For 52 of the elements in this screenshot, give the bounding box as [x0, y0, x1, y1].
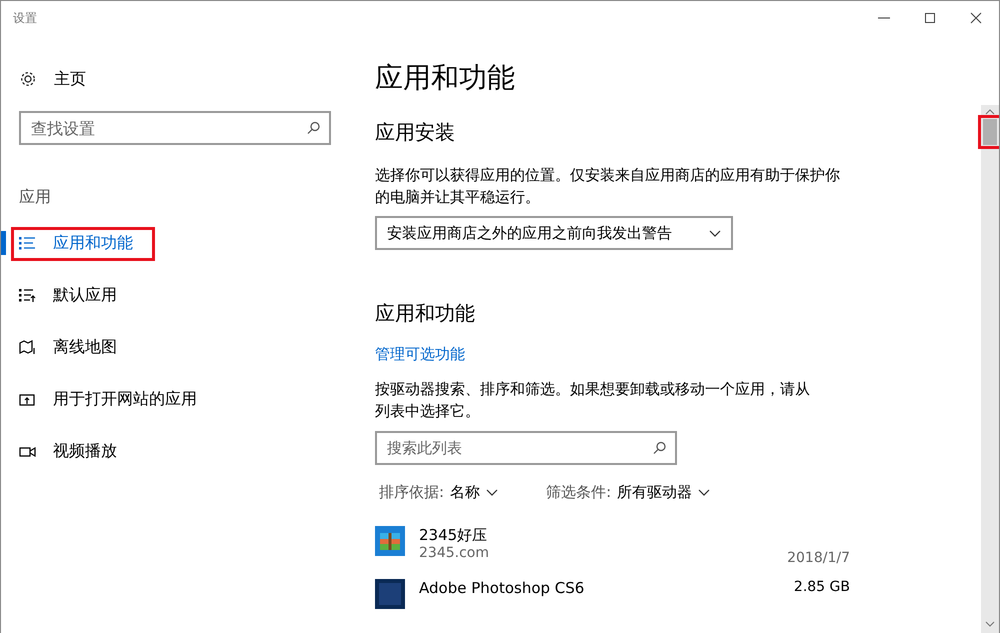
chevron-down-icon [985, 621, 995, 627]
app-publisher: 2345.com [419, 545, 489, 561]
description-text: 按驱动器搜索、排序和筛选。如果想要卸载或移动一个应用，请从列表中选择它。 [375, 379, 811, 422]
sidebar-item[interactable]: 应用和功能 [1, 217, 341, 269]
nav-label: 应用和功能 [53, 232, 133, 254]
chevron-up-icon [985, 109, 995, 115]
sidebar-item[interactable]: 离线地图 [1, 321, 341, 373]
chevron-down-icon [698, 489, 710, 496]
map-icon [19, 340, 36, 354]
nav-label: 默认应用 [53, 284, 117, 306]
section-label: 应用 [19, 187, 52, 208]
app-name: Adobe Photoshop CS6 [419, 579, 584, 597]
sidebar-item[interactable]: 默认应用 [1, 269, 341, 321]
list-icon [19, 236, 36, 250]
nav-label: 视频播放 [53, 440, 117, 462]
app-icon [375, 579, 405, 609]
manage-features-link[interactable]: 管理可选功能 [375, 345, 465, 364]
search-field[interactable]: 查找设置 [19, 111, 331, 145]
dropdown-value: 安装应用商店之外的应用之前向我发出警告 [387, 224, 672, 242]
nav-label: 用于打开网站的应用 [53, 388, 197, 410]
section-heading: 应用安装 [375, 119, 456, 146]
install-dropdown[interactable]: 安装应用商店之外的应用之前向我发出警告 [375, 216, 733, 250]
search-field[interactable]: 搜索此列表 [375, 431, 677, 465]
page-title: 应用和功能 [375, 60, 516, 96]
close-icon [970, 12, 982, 24]
scrollbar-thumb[interactable] [983, 119, 997, 145]
app-info: 2.85 GB [794, 579, 850, 595]
app-list-item[interactable]: Adobe Photoshop CS6 2.85 GB [375, 579, 850, 609]
search-icon [307, 121, 321, 135]
app-icon [375, 526, 405, 556]
filter-label: 排序依据: [379, 483, 444, 502]
sort-dropdown[interactable]: 排序依据: 名称 [375, 479, 502, 506]
home-nav-item[interactable]: 主页 [1, 55, 341, 103]
nav-label: 主页 [54, 68, 86, 90]
filter-label: 筛选条件: [546, 483, 612, 502]
filter-dropdown[interactable]: 筛选条件: 所有驱动器 [542, 479, 714, 506]
sidebar-item[interactable]: 用于打开网站的应用 [1, 373, 341, 425]
filter-value: 所有驱动器 [617, 483, 692, 502]
gear-icon [19, 70, 37, 88]
maximize-icon [924, 12, 936, 24]
scrollbar[interactable] [981, 105, 999, 633]
section-heading: 应用和功能 [375, 300, 476, 327]
nav-label: 离线地图 [53, 336, 117, 358]
list-arrow-icon [19, 288, 36, 302]
window-title: 设置 [13, 10, 37, 26]
sidebar-item[interactable]: 视频播放 [1, 425, 341, 477]
chevron-down-icon [709, 230, 721, 236]
description-text: 选择你可以获得应用的位置。仅安装来自应用商店的应用有助于保护你的电脑并让其平稳运行。 [375, 165, 841, 208]
app-name: 2345好压 [419, 526, 488, 545]
chevron-down-icon [486, 489, 498, 496]
search-icon [653, 441, 667, 455]
filter-value: 名称 [450, 483, 480, 502]
